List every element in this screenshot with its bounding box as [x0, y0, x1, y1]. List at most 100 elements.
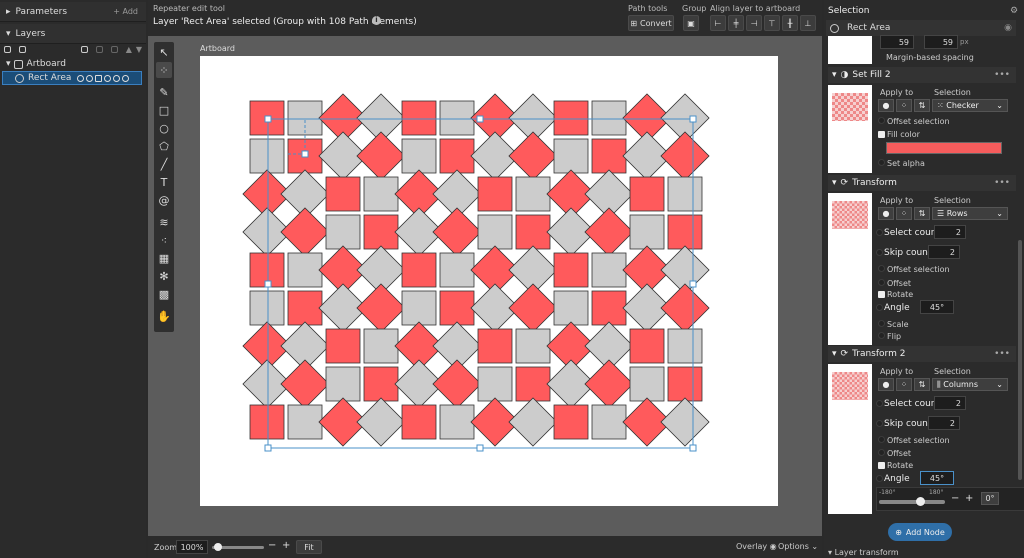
pattern-tile[interactable]: [356, 283, 406, 333]
overlay-toggle[interactable]: Overlay ◉: [736, 542, 777, 551]
hand-tool-icon[interactable]: ✋: [156, 308, 172, 324]
angle-field[interactable]: 45°: [920, 471, 954, 485]
offset-selection-toggle[interactable]: [878, 265, 885, 272]
text-tool-icon[interactable]: T: [156, 174, 172, 190]
move-down-icon[interactable]: ▼: [136, 45, 142, 54]
pattern-canvas[interactable]: [200, 56, 778, 506]
pattern-tile[interactable]: [591, 252, 627, 288]
angle-decrement-button[interactable]: −: [951, 493, 959, 504]
info-icon[interactable]: i: [372, 16, 381, 25]
angle-field[interactable]: 45°: [920, 300, 954, 314]
layer-transform-header[interactable]: ▾ Layer transform: [828, 548, 899, 558]
skip-count-toggle[interactable]: [876, 249, 883, 256]
pattern-tile[interactable]: [325, 214, 361, 250]
fill-node-icon[interactable]: [77, 74, 85, 82]
angle-reset-button[interactable]: 0°: [981, 492, 999, 505]
pattern-tile[interactable]: [287, 404, 323, 440]
pattern-tile[interactable]: [508, 397, 558, 447]
selection-mode-dropdown[interactable]: ☰ Rows ⌄: [932, 207, 1008, 220]
apply-swap-button[interactable]: ⇅: [914, 378, 930, 391]
pattern-tile[interactable]: [660, 397, 710, 447]
add-parameter-button[interactable]: + Add: [113, 7, 138, 16]
node-header-transform-2[interactable]: ▾ ⟳ Transform 2 •••: [828, 346, 1016, 362]
pattern-tile[interactable]: [667, 366, 703, 402]
node-menu-icon[interactable]: •••: [994, 178, 1010, 188]
pattern-tile[interactable]: [401, 252, 437, 288]
angle-toggle[interactable]: [876, 304, 883, 311]
apply-grid-button[interactable]: ⁘: [896, 99, 912, 112]
zoom-out-button[interactable]: −: [268, 540, 276, 551]
ungroup-icon[interactable]: [95, 46, 103, 53]
pixel-grid-tool-icon[interactable]: ▩: [156, 286, 172, 302]
pattern-tile[interactable]: [401, 138, 437, 174]
pattern-tile[interactable]: [432, 359, 482, 409]
pattern-tile[interactable]: [280, 207, 330, 257]
pattern-tile[interactable]: [477, 328, 513, 364]
repeater-tool-icon[interactable]: ⁘: [156, 62, 172, 78]
apply-swap-button[interactable]: ⇅: [914, 99, 930, 112]
pattern-tile[interactable]: [356, 131, 406, 181]
apply-single-button[interactable]: ●: [878, 207, 894, 220]
pattern-tile[interactable]: [584, 207, 634, 257]
pattern-tile[interactable]: [432, 207, 482, 257]
node-header-transform[interactable]: ▾ ⟳ Transform •••: [828, 175, 1016, 191]
align-right-button[interactable]: ⊣: [746, 15, 762, 31]
pattern-tile[interactable]: [591, 404, 627, 440]
skip-count-toggle[interactable]: [876, 420, 883, 427]
new-layer-icon[interactable]: [19, 46, 26, 53]
layers-header[interactable]: ▾ Layers: [0, 24, 146, 44]
move-up-icon[interactable]: ▲: [126, 45, 132, 54]
zoom-input[interactable]: 100%: [176, 540, 208, 554]
pattern-tile[interactable]: [477, 176, 513, 212]
select-count-toggle[interactable]: [876, 400, 883, 407]
selection-mode-dropdown[interactable]: ⁙ Checker ⌄: [932, 99, 1008, 112]
pattern-tile[interactable]: [356, 397, 406, 447]
spacing-handle[interactable]: [301, 150, 309, 158]
wave-tool-icon[interactable]: ≋: [156, 214, 172, 230]
pattern-tile[interactable]: [584, 359, 634, 409]
apply-grid-button[interactable]: ⁘: [896, 378, 912, 391]
expand-arrow-icon[interactable]: ▾: [6, 29, 11, 39]
pattern-tile[interactable]: [553, 138, 589, 174]
group-icon[interactable]: [80, 46, 88, 53]
polygon-tool-icon[interactable]: ⬠: [156, 138, 172, 154]
selection-mode-dropdown[interactable]: ⫼ Columns ⌄: [932, 378, 1008, 391]
fill-color-swatch[interactable]: [886, 142, 1002, 154]
artboard[interactable]: [200, 56, 778, 506]
pattern-tile[interactable]: [439, 290, 475, 326]
group-button[interactable]: ▣: [683, 15, 699, 31]
pattern-tile[interactable]: [667, 328, 703, 364]
apply-swap-button[interactable]: ⇅: [914, 207, 930, 220]
pattern-tile[interactable]: [363, 176, 399, 212]
spacing-y-field[interactable]: 59: [924, 35, 958, 49]
zoom-slider-thumb[interactable]: [214, 543, 223, 551]
ellipse-tool-icon[interactable]: ○: [156, 120, 172, 136]
pattern-tile[interactable]: [477, 366, 513, 402]
angle-toggle[interactable]: [876, 475, 883, 482]
pattern-tile[interactable]: [249, 404, 285, 440]
pattern-tile[interactable]: [363, 214, 399, 250]
pattern-tile[interactable]: [401, 100, 437, 136]
panel-scrollbar[interactable]: [1018, 240, 1022, 480]
zoom-slider[interactable]: [212, 543, 264, 551]
spiral-tool-icon[interactable]: @: [156, 192, 172, 208]
pattern-tile[interactable]: [363, 328, 399, 364]
pattern-tile[interactable]: [553, 404, 589, 440]
pattern-tile[interactable]: [287, 252, 323, 288]
select-count-toggle[interactable]: [876, 229, 883, 236]
offset-selection-toggle[interactable]: [878, 436, 885, 443]
options-menu[interactable]: Options ⌄: [778, 542, 818, 551]
align-bottom-button[interactable]: ⊥: [800, 15, 816, 31]
fit-button[interactable]: Fit: [296, 540, 322, 554]
rotate-checkbox[interactable]: [878, 291, 885, 298]
selected-layer-row[interactable]: Rect Area ◉: [826, 20, 1016, 36]
pattern-tile[interactable]: [477, 214, 513, 250]
radial-tool-icon[interactable]: ✻: [156, 268, 172, 284]
resize-handle[interactable]: [476, 115, 484, 123]
pattern-tile[interactable]: [249, 138, 285, 174]
pattern-tile[interactable]: [287, 290, 323, 326]
spacing-x-field[interactable]: 59: [880, 35, 914, 49]
collapse-arrow-icon[interactable]: ▾: [832, 349, 837, 359]
transform2-node-icon[interactable]: [113, 74, 121, 82]
pattern-tile[interactable]: [660, 131, 710, 181]
